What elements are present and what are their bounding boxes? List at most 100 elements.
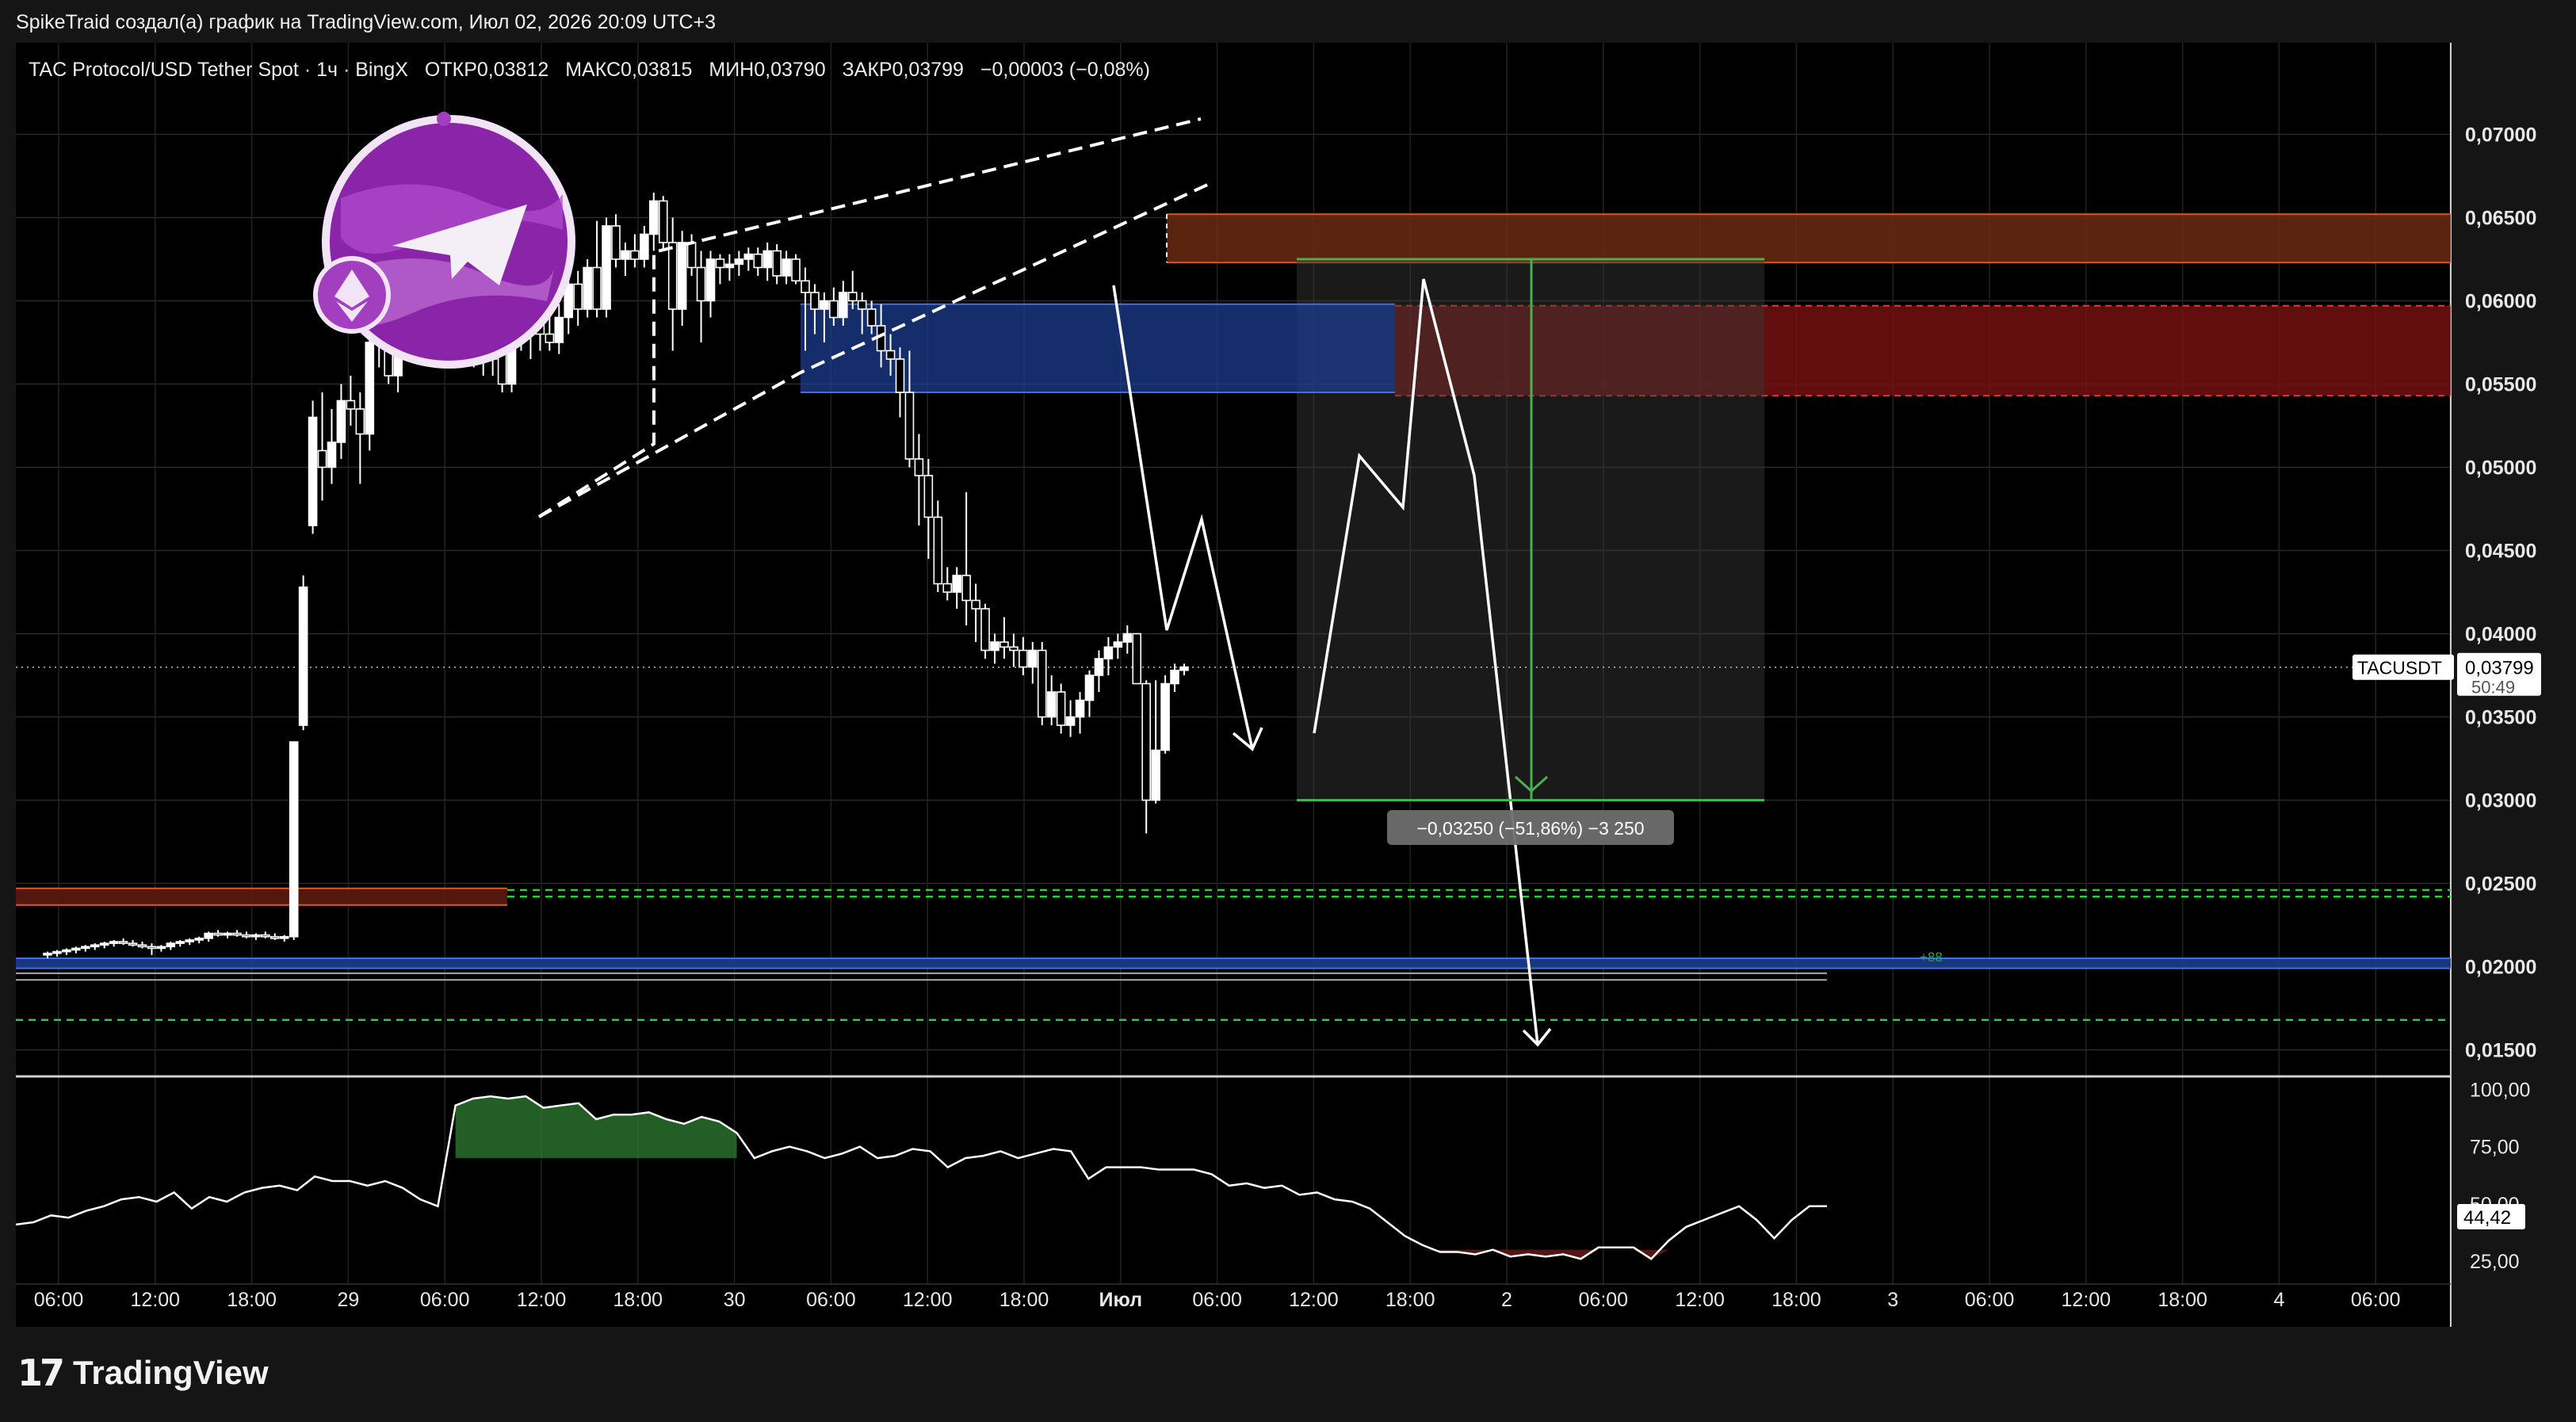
candle-body: [242, 934, 251, 938]
candle-body: [1009, 646, 1019, 652]
candle-body: [1103, 646, 1114, 659]
candle-body: [261, 934, 270, 938]
tradingview-mark-icon: 17: [17, 1351, 65, 1394]
candle-body: [895, 358, 905, 393]
osc-tick-label: 75,00: [2470, 1137, 2520, 1159]
candle-body: [109, 941, 119, 944]
candle-body: [762, 250, 773, 269]
candle-body: [279, 935, 289, 939]
chart-canvas[interactable]: +88 −0,03250 (−51,86%) −3 250 0,07000 0,0…: [0, 0, 2576, 1422]
candle-body: [175, 941, 185, 944]
candle-body: [1056, 691, 1066, 726]
candle-body: [99, 942, 109, 946]
candle-body: [232, 932, 242, 936]
candle-body: [289, 741, 299, 938]
badge-pin: [437, 112, 451, 126]
time-tick-label: 12:00: [517, 1289, 567, 1311]
time-tick-label: 18:00: [1385, 1289, 1435, 1311]
candle-body: [677, 242, 687, 310]
candle-body: [914, 458, 924, 476]
candle-body: [156, 946, 166, 950]
candle-body: [583, 266, 592, 310]
symbol-legend: TAC Protocol/USD Tether Spot · 1ч · Bing…: [29, 59, 1161, 82]
oscillator-line: [15, 1095, 1827, 1260]
candle-body: [696, 266, 706, 302]
price-tick-label: 0,06000: [2465, 291, 2536, 313]
price-tick-label: 0,07000: [2465, 124, 2536, 147]
candle-body: [715, 258, 725, 269]
candle-body: [839, 292, 848, 319]
candle-body: [990, 641, 999, 652]
candle-body: [753, 253, 763, 269]
candle-body: [1179, 666, 1189, 671]
candle-body: [772, 250, 782, 277]
candle-body: [118, 941, 128, 944]
time-tick-label: 18:00: [999, 1289, 1049, 1311]
candle-body: [128, 942, 138, 946]
time-tick-label: 06:00: [34, 1289, 84, 1311]
candle-body: [43, 952, 52, 956]
candle-body: [62, 949, 71, 953]
candle-body: [743, 253, 754, 260]
candle-body: [223, 932, 232, 936]
candle-body: [554, 316, 564, 343]
candle-body: [1019, 649, 1028, 668]
time-tick-label: 12:00: [131, 1289, 181, 1311]
candle-body: [573, 283, 583, 310]
candle-body: [952, 575, 961, 593]
candle-body: [820, 300, 829, 310]
candle-body: [734, 258, 744, 266]
time-tick-label: 18:00: [613, 1289, 663, 1311]
time-tick-label: 4: [2273, 1289, 2284, 1311]
supply-zone-upper: [1167, 214, 2451, 263]
candle-body: [137, 944, 147, 948]
candle-body: [980, 608, 990, 652]
ticker-tag: TACUSDT: [2357, 658, 2442, 679]
candle-body: [298, 586, 308, 726]
time-tick-label: 29: [337, 1289, 359, 1311]
candle-body: [251, 934, 261, 938]
candle-body: [686, 242, 697, 269]
time-tick-label: 06:00: [1965, 1289, 2015, 1311]
candle-body: [847, 292, 858, 302]
candle-body: [336, 399, 346, 443]
price-tick-label: 0,02500: [2465, 873, 2536, 896]
candle-body: [885, 350, 896, 360]
candle-body: [185, 939, 195, 942]
order-block-zone: [801, 304, 1395, 392]
candle-body: [355, 408, 365, 435]
candle-body: [630, 250, 640, 260]
price-tick-label: 0,05000: [2465, 457, 2536, 480]
osc-tick-label: 100,00: [2470, 1079, 2530, 1101]
price-tick-label: 0,03500: [2465, 707, 2536, 729]
candle-body: [147, 946, 157, 950]
legend-open: ОТКР0,03812: [424, 59, 549, 81]
time-tick-label: 06:00: [1192, 1289, 1242, 1311]
candle-body: [1122, 633, 1133, 643]
candle-body: [204, 932, 213, 939]
candle-body: [1028, 649, 1038, 668]
candle-body: [961, 575, 971, 602]
candle-body: [327, 442, 337, 468]
candle-body: [365, 342, 375, 435]
candle-body: [194, 938, 204, 941]
price-tag: 0,03799: [2465, 658, 2534, 679]
candle-body: [90, 944, 100, 948]
candle-body: [269, 935, 280, 939]
time-tick-label: 3: [1887, 1289, 1898, 1311]
candle-body: [1046, 691, 1057, 718]
candle-body: [857, 300, 867, 310]
legend-close: ЗАКР0,03799: [842, 59, 964, 81]
zone-label: +88: [1920, 950, 1943, 965]
time-tick-label: 18:00: [2157, 1289, 2207, 1311]
price-tick-label: 0,03000: [2465, 790, 2536, 812]
osc-value: 44,42: [2463, 1207, 2511, 1229]
candle-body: [942, 583, 953, 593]
tradingview-logo[interactable]: 17 TradingView: [17, 1351, 269, 1394]
overbought-fill: [455, 1096, 737, 1159]
candle-body: [1113, 641, 1123, 648]
candle-body: [166, 942, 176, 948]
candle-body: [904, 392, 915, 460]
candle-body: [213, 932, 223, 936]
candle-body: [1075, 699, 1085, 718]
